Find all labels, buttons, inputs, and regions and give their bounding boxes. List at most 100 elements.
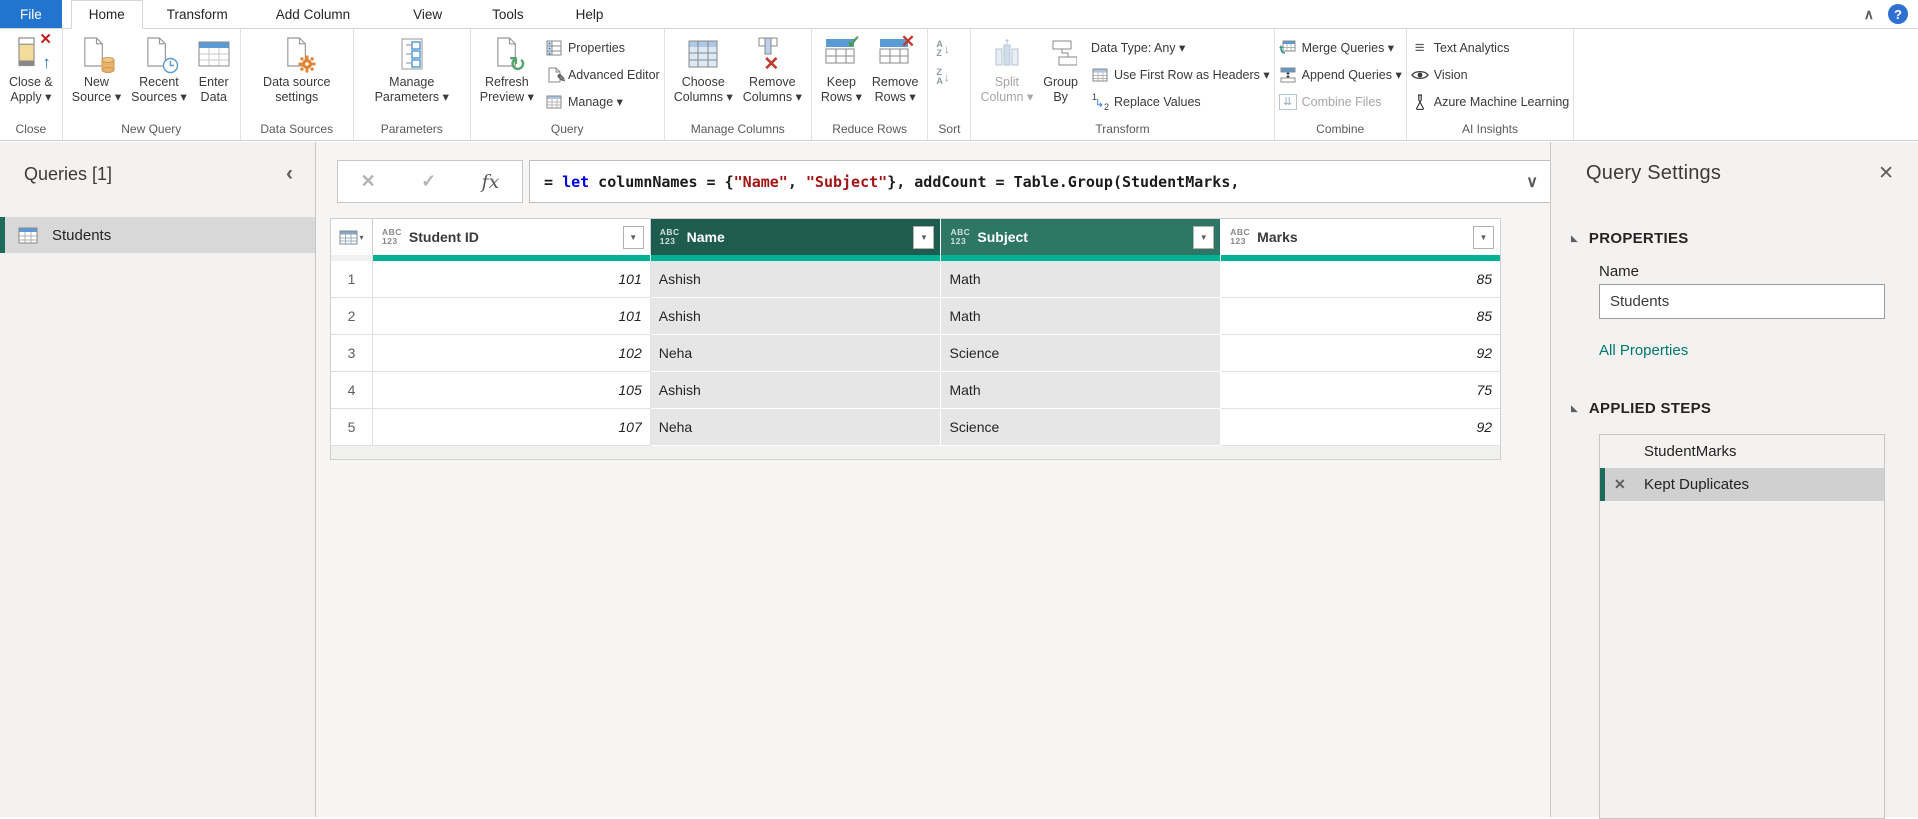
combine-files-button[interactable]: ⇊ Combine Files xyxy=(1279,88,1402,115)
advanced-editor-button[interactable]: ✎ Advanced Editor xyxy=(545,61,660,88)
cell-student-id[interactable]: 105 xyxy=(373,372,651,409)
table-row[interactable]: 3 102 Neha Science 92 xyxy=(331,335,1500,372)
group-label-transform: Transform xyxy=(975,121,1269,140)
formula-commit-icon[interactable]: ✓ xyxy=(421,171,436,192)
query-settings-title: Query Settings xyxy=(1586,162,1721,185)
cell-student-id[interactable]: 101 xyxy=(373,298,651,335)
cell-name[interactable]: Ashish xyxy=(651,261,942,298)
choose-columns-button[interactable]: Choose Columns ▾ xyxy=(669,32,738,108)
filter-dropdown-icon[interactable]: ▼ xyxy=(1473,226,1494,249)
enter-data-button[interactable]: Enter Data xyxy=(192,32,236,108)
cell-student-id[interactable]: 101 xyxy=(373,261,651,298)
column-header-marks[interactable]: ABC123 Marks ▼ xyxy=(1221,219,1500,255)
row-number: 2 xyxy=(331,298,373,335)
tab-view[interactable]: View xyxy=(396,0,459,28)
row-number: 5 xyxy=(331,409,373,446)
tab-transform[interactable]: Transform xyxy=(150,0,245,28)
applied-step-studentmarks[interactable]: StudentMarks xyxy=(1600,435,1884,468)
tab-file[interactable]: File xyxy=(0,0,62,28)
refresh-preview-icon: ↻ xyxy=(492,35,522,73)
cell-marks[interactable]: 92 xyxy=(1221,409,1500,446)
cell-name[interactable]: Neha xyxy=(651,409,942,446)
use-first-row-as-headers-button[interactable]: Use First Row as Headers ▾ xyxy=(1091,61,1270,88)
column-header-name[interactable]: ABC123 Name ▼ xyxy=(651,219,942,255)
help-icon[interactable]: ? xyxy=(1888,4,1908,24)
cell-marks[interactable]: 75 xyxy=(1221,372,1500,409)
table-icon xyxy=(339,230,358,245)
select-all-corner-cell[interactable]: ▾ xyxy=(331,219,373,255)
formula-fx-icon[interactable]: fx xyxy=(482,171,500,193)
properties-button[interactable]: Properties xyxy=(545,34,660,61)
applied-steps-section-header[interactable]: ◢ APPLIED STEPS xyxy=(1571,400,1711,417)
query-name-input[interactable] xyxy=(1599,284,1885,319)
remove-rows-button[interactable]: ✕ Remove Rows ▾ xyxy=(867,32,924,108)
sort-ascending-button[interactable]: AZ ↓ xyxy=(936,37,950,61)
cell-name[interactable]: Ashish xyxy=(651,298,942,335)
split-column-button[interactable]: Split Column ▾ xyxy=(975,32,1038,108)
append-queries-button[interactable]: Append Queries ▾ xyxy=(1279,61,1402,88)
cell-subject[interactable]: Math xyxy=(941,372,1221,409)
manage-button[interactable]: Manage ▾ xyxy=(545,88,660,115)
tab-home[interactable]: Home xyxy=(71,0,143,29)
table-row[interactable]: 2 101 Ashish Math 85 xyxy=(331,298,1500,335)
cell-subject[interactable]: Math xyxy=(941,261,1221,298)
cell-marks[interactable]: 92 xyxy=(1221,335,1500,372)
tab-tools[interactable]: Tools xyxy=(475,0,541,28)
cell-subject[interactable]: Science xyxy=(941,409,1221,446)
properties-section-header[interactable]: ◢ PROPERTIES xyxy=(1571,230,1689,247)
group-label-new-query: New Query xyxy=(67,121,236,140)
close-panel-icon[interactable]: ✕ xyxy=(1878,162,1894,185)
cell-name[interactable]: Ashish xyxy=(651,372,942,409)
data-type-icon: ABC123 xyxy=(382,228,402,246)
all-properties-link[interactable]: All Properties xyxy=(1599,342,1688,359)
data-type-button[interactable]: Data Type: Any ▾ xyxy=(1091,34,1270,61)
cell-marks[interactable]: 85 xyxy=(1221,298,1500,335)
column-header-subject[interactable]: ABC123 Subject ▼ xyxy=(941,219,1221,255)
keep-rows-button[interactable]: ✓ Keep Rows ▾ xyxy=(816,32,867,108)
formula-expand-icon[interactable]: ∨ xyxy=(1526,172,1538,192)
filter-dropdown-icon[interactable]: ▼ xyxy=(913,226,934,249)
text-analytics-button[interactable]: ≡ Text Analytics xyxy=(1411,34,1570,61)
replace-values-button[interactable]: 1 ↳ 2 Replace Values xyxy=(1091,88,1270,115)
filter-dropdown-icon[interactable]: ▼ xyxy=(623,226,644,249)
delete-step-icon[interactable]: ✕ xyxy=(1614,476,1626,493)
query-list-item-students[interactable]: Students xyxy=(0,217,315,253)
manage-parameters-button[interactable]: Manage Parameters ▾ xyxy=(358,32,466,108)
group-label-ai-insights: AI Insights xyxy=(1411,121,1570,140)
cell-marks[interactable]: 85 xyxy=(1221,261,1500,298)
row-number: 3 xyxy=(331,335,373,372)
cell-student-id[interactable]: 102 xyxy=(373,335,651,372)
filter-dropdown-icon[interactable]: ▼ xyxy=(1193,226,1214,249)
table-row[interactable]: 1 101 Ashish Math 85 xyxy=(331,261,1500,298)
advanced-editor-icon: ✎ xyxy=(545,67,563,83)
queries-panel: Queries [1] ‹ Students xyxy=(0,142,316,817)
table-row[interactable]: 4 105 Ashish Math 75 xyxy=(331,372,1500,409)
close-and-apply-button[interactable]: ✕ ↑ Close & Apply ▾ xyxy=(4,32,58,108)
close-apply-icon: ✕ ↑ xyxy=(14,35,48,73)
formula-text[interactable]: = let columnNames = {"Name", "Subject"},… xyxy=(544,173,1239,191)
azure-machine-learning-button[interactable]: Azure Machine Learning xyxy=(1411,88,1570,115)
vision-button[interactable]: Vision xyxy=(1411,61,1570,88)
recent-sources-button[interactable]: Recent Sources ▾ xyxy=(126,32,192,108)
formula-bar[interactable]: = let columnNames = {"Name", "Subject"},… xyxy=(529,160,1551,203)
remove-columns-button[interactable]: ✕ Remove Columns ▾ xyxy=(738,32,807,108)
column-header-student-id[interactable]: ABC123 Student ID ▼ xyxy=(373,219,651,255)
cell-subject[interactable]: Math xyxy=(941,298,1221,335)
cell-subject[interactable]: Science xyxy=(941,335,1221,372)
data-source-settings-button[interactable]: Data source settings xyxy=(245,32,349,108)
queries-panel-collapse-icon[interactable]: ‹ xyxy=(286,162,293,186)
sort-descending-button[interactable]: ZA ↓ xyxy=(936,65,950,89)
group-by-button[interactable]: Group By xyxy=(1038,32,1083,108)
new-source-button[interactable]: New Source ▾ xyxy=(67,32,126,108)
refresh-preview-button[interactable]: ↻ Refresh Preview ▾ xyxy=(475,32,539,108)
tab-help[interactable]: Help xyxy=(559,0,621,28)
ribbon-collapse-icon[interactable]: ∧ xyxy=(1864,6,1874,23)
merge-queries-button[interactable]: Merge Queries ▾ xyxy=(1279,34,1402,61)
applied-step-kept-duplicates[interactable]: ✕ Kept Duplicates xyxy=(1600,468,1884,501)
cell-name[interactable]: Neha xyxy=(651,335,942,372)
table-row[interactable]: 5 107 Neha Science 92 xyxy=(331,409,1500,446)
cell-student-id[interactable]: 107 xyxy=(373,409,651,446)
ribbon-group-combine: Merge Queries ▾ Append Queries ▾ ⇊ Combi… xyxy=(1275,29,1407,140)
formula-cancel-icon[interactable]: ✕ xyxy=(361,171,376,192)
tab-add-column[interactable]: Add Column xyxy=(259,0,367,28)
